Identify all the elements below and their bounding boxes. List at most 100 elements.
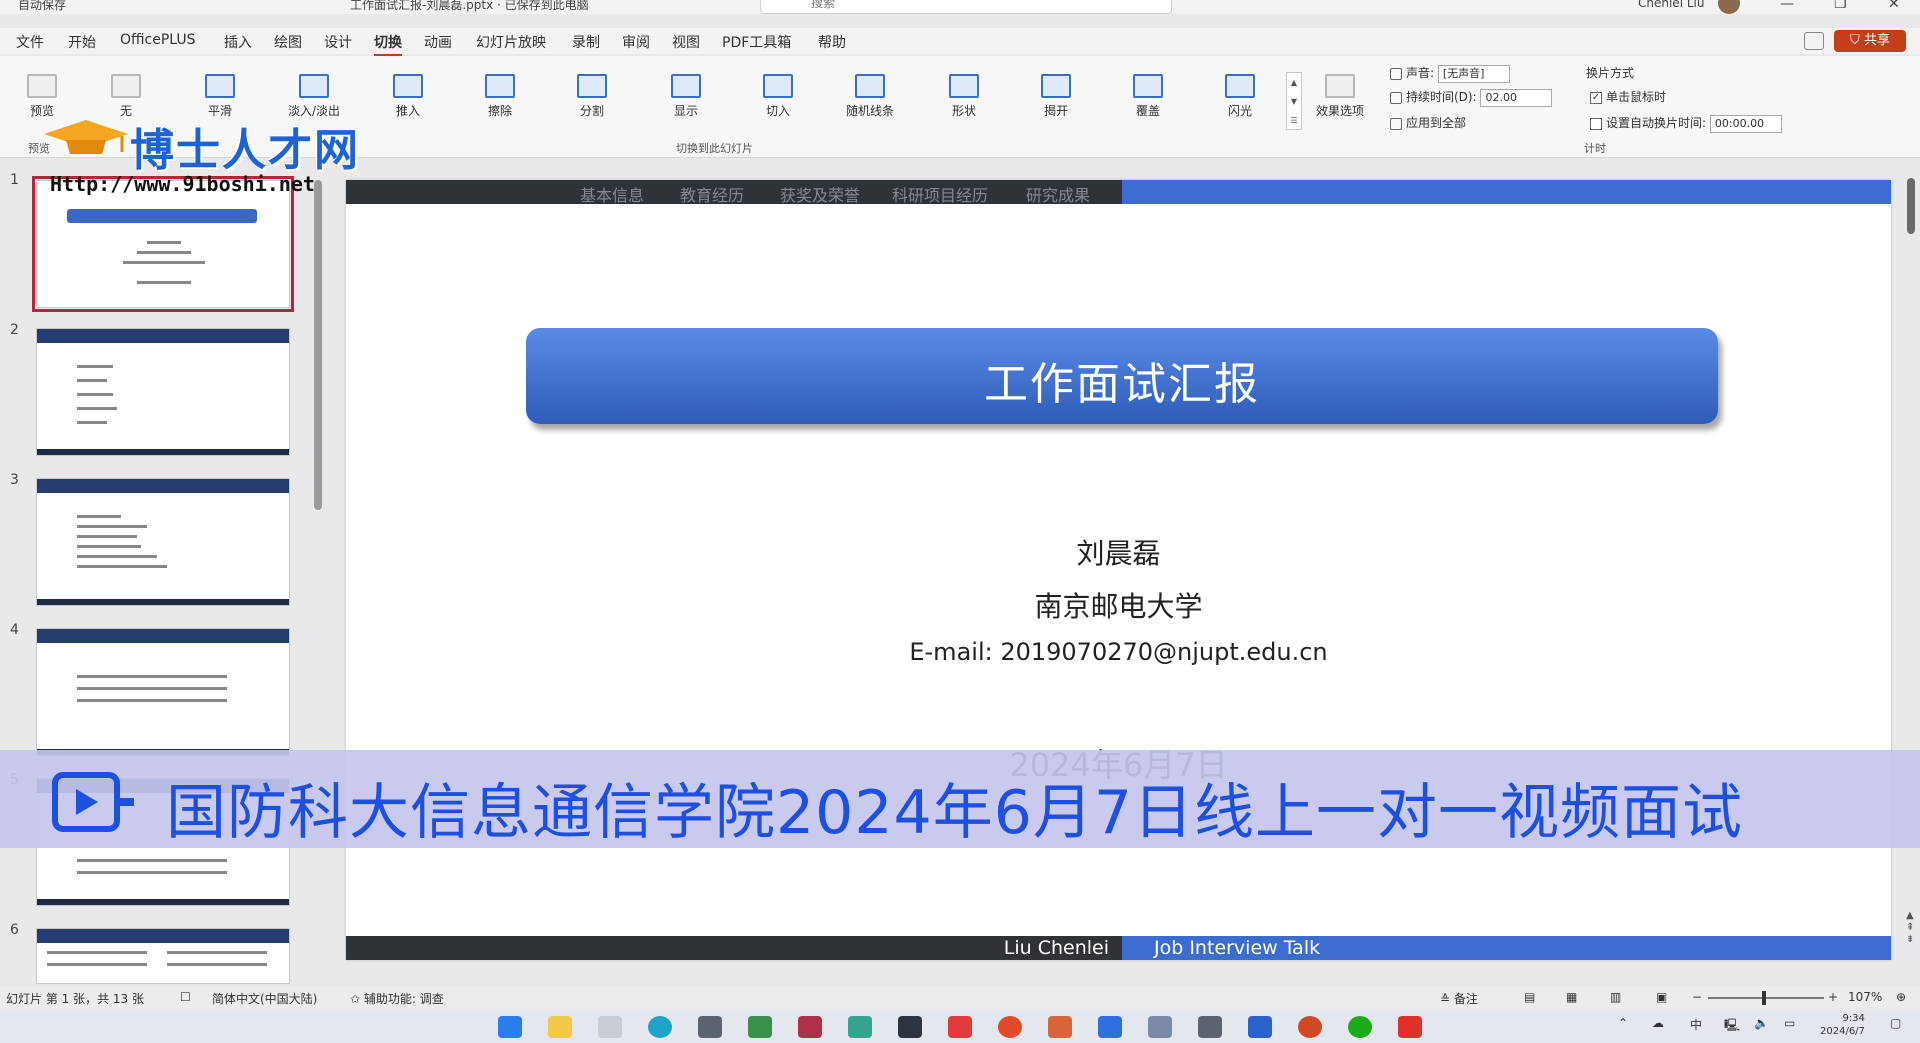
transition-shape[interactable]: 形状: [934, 74, 994, 119]
transition-reveal[interactable]: 显示: [656, 74, 716, 119]
notes-button[interactable]: ≙ 备注: [1440, 990, 1478, 1007]
search-input[interactable]: 搜索: [760, 0, 1172, 14]
thumb-line: [137, 281, 191, 284]
maximize-icon[interactable]: ❐: [1834, 0, 1847, 12]
avatar[interactable]: [1718, 0, 1740, 14]
language-status[interactable]: 简体中文(中国大陆): [212, 990, 317, 1007]
slide-thumbnail-2[interactable]: [36, 328, 290, 456]
transition-wipe[interactable]: 擦除: [470, 74, 530, 119]
transition-cut[interactable]: 切入: [748, 74, 808, 119]
fit-to-window-icon[interactable]: ⊕: [1896, 990, 1906, 1004]
zoom-in-icon[interactable]: +: [1828, 990, 1838, 1004]
tab-record[interactable]: 录制: [572, 32, 600, 52]
powerpoint-icon[interactable]: [1298, 1016, 1322, 1038]
tab-transitions[interactable]: 切换: [374, 32, 402, 56]
spellcheck-icon[interactable]: ☐: [180, 990, 191, 1004]
transition-cover[interactable]: 覆盖: [1118, 74, 1178, 119]
tab-draw[interactable]: 绘图: [274, 32, 302, 52]
slide-sorter-icon[interactable]: ▦: [1566, 990, 1577, 1004]
slide-title-box[interactable]: 工作面试汇报: [526, 328, 1718, 424]
matlab-icon[interactable]: [1048, 1016, 1072, 1038]
notification-icon[interactable]: ▢: [1890, 1016, 1901, 1030]
zoom-slider-knob[interactable]: [1762, 991, 1766, 1005]
slide-footer: Liu Chenlei Job Interview Talk: [346, 936, 1891, 960]
app-icon[interactable]: [798, 1016, 822, 1038]
system-clock[interactable]: 9:34 2024/6/7: [1820, 1012, 1865, 1038]
tab-view[interactable]: 视图: [672, 32, 700, 52]
volume-icon[interactable]: 🔈: [1754, 1016, 1769, 1030]
slide-thumbnail-1[interactable]: [32, 176, 294, 312]
thumbnails-scrollbar[interactable]: [314, 180, 322, 510]
close-icon[interactable]: ✕: [1888, 0, 1900, 12]
transition-label: 推入: [395, 104, 420, 118]
slide-thumbnail-3[interactable]: [36, 478, 290, 606]
tab-file[interactable]: 文件: [16, 32, 44, 52]
user-name[interactable]: Chenlei Liu: [1638, 0, 1704, 10]
app-icon[interactable]: [1098, 1016, 1122, 1038]
zoom-level[interactable]: 107%: [1848, 990, 1882, 1004]
file-explorer-icon[interactable]: [548, 1016, 572, 1038]
slide-thumbnail-6[interactable]: [36, 928, 290, 984]
store-icon[interactable]: [698, 1016, 722, 1038]
slideshow-icon[interactable]: ▣: [1656, 990, 1667, 1004]
clock-date: 2024/6/7: [1820, 1026, 1865, 1037]
tab-design[interactable]: 设计: [324, 32, 352, 52]
transition-split[interactable]: 分割: [562, 74, 622, 119]
tab-pdf-tools[interactable]: PDF工具箱: [722, 32, 791, 52]
task-view-icon[interactable]: [598, 1016, 622, 1038]
duration-input[interactable]: 02.00: [1480, 88, 1553, 107]
battery-icon[interactable]: ▭: [1784, 1016, 1795, 1030]
none-icon: [111, 74, 141, 98]
scrollbar-thumb[interactable]: [1907, 178, 1915, 234]
zoom-slider[interactable]: [1708, 997, 1824, 999]
minimize-icon[interactable]: —: [1780, 0, 1794, 12]
tab-review[interactable]: 审阅: [622, 32, 650, 52]
accessibility-status[interactable]: ✩ 辅助功能: 调查: [350, 990, 444, 1007]
comments-icon[interactable]: [1804, 32, 1824, 50]
app-icon[interactable]: [1198, 1016, 1222, 1038]
app-icon[interactable]: [1248, 1016, 1272, 1038]
scroll-arrows-icon[interactable]: ▲ ⇞ ⇟: [1906, 910, 1914, 946]
transition-random-bars[interactable]: 随机线条: [840, 74, 900, 119]
reading-view-icon[interactable]: ▥: [1610, 990, 1621, 1004]
tab-home[interactable]: 开始: [68, 32, 96, 52]
app-icon[interactable]: [1148, 1016, 1172, 1038]
on-click-checkbox[interactable]: ✓ 单击鼠标时: [1590, 88, 1666, 105]
tab-help[interactable]: 帮助: [818, 32, 846, 52]
thumb-number: 2: [10, 322, 19, 338]
zoom-out-icon[interactable]: −: [1692, 990, 1702, 1004]
normal-view-icon[interactable]: ▤: [1524, 990, 1535, 1004]
sound-select[interactable]: [无声音]: [1437, 64, 1510, 83]
app-icon[interactable]: [848, 1016, 872, 1038]
tab-officeplus[interactable]: OfficePLUS: [120, 32, 196, 48]
tab-animations[interactable]: 动画: [424, 32, 452, 52]
wechat-icon[interactable]: [1348, 1016, 1372, 1038]
transition-label: 随机线条: [845, 104, 894, 118]
slide-thumbnail-4[interactable]: [36, 628, 290, 756]
transition-flash[interactable]: 闪光: [1210, 74, 1270, 119]
ime-indicator[interactable]: 中: [1690, 1016, 1702, 1033]
tab-insert[interactable]: 插入: [224, 32, 252, 52]
app-icon[interactable]: [998, 1016, 1022, 1038]
network-icon[interactable]: 🖳: [1724, 1016, 1740, 1037]
wps-icon[interactable]: [1398, 1016, 1422, 1038]
autosave-label[interactable]: 自动保存: [18, 0, 66, 13]
tray-chevron-icon[interactable]: ⌃: [1618, 1016, 1628, 1030]
share-button[interactable]: ⛉ 共享: [1834, 30, 1906, 52]
cloud-icon[interactable]: ☁: [1652, 1016, 1664, 1030]
transition-uncover[interactable]: 揭开: [1026, 74, 1086, 119]
thumb-header: [37, 329, 289, 343]
edge-icon[interactable]: [648, 1016, 672, 1038]
app-icon[interactable]: [748, 1016, 772, 1038]
youdao-icon[interactable]: [948, 1016, 972, 1038]
after-input[interactable]: 00:00.00: [1709, 114, 1782, 133]
gallery-scroll[interactable]: ▲ ▼ ☰: [1286, 72, 1302, 130]
slide-title: 工作面试汇报: [984, 359, 1260, 410]
tab-slideshow[interactable]: 幻灯片放映: [476, 32, 546, 52]
start-icon[interactable]: [498, 1016, 522, 1038]
app-icon[interactable]: [898, 1016, 922, 1038]
apply-all-button[interactable]: 应用到全部: [1390, 114, 1466, 131]
effect-options-button[interactable]: 效果选项: [1310, 74, 1370, 119]
after-checkbox[interactable]: 设置自动换片时间: 00:00.00: [1590, 114, 1782, 133]
transition-push[interactable]: 推入: [378, 74, 438, 119]
